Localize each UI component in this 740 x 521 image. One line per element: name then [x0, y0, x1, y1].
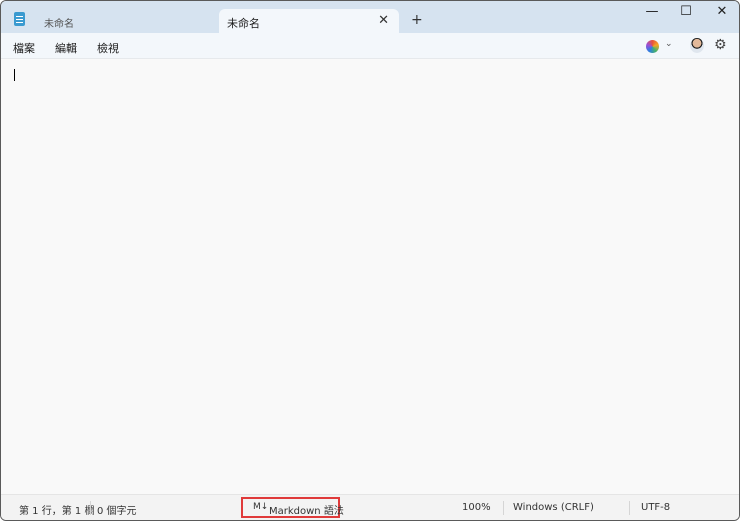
divider [90, 501, 91, 515]
close-button[interactable]: ✕ [707, 4, 737, 19]
close-tab-icon[interactable]: ✕ [378, 13, 389, 28]
status-bar: 第 1 行，第 1 欄 0 個字元 M↓ Markdown 語法 100% Wi… [1, 494, 739, 520]
minimize-button[interactable]: — [637, 4, 667, 19]
title-bar: 未命名 未命名 ✕ + — ☐ ✕ [1, 1, 739, 33]
encoding[interactable]: UTF-8 [641, 502, 670, 513]
menu-edit[interactable]: 編輯 [55, 40, 77, 56]
menu-file[interactable]: 檔案 [13, 40, 35, 56]
gear-icon[interactable]: ⚙ [714, 37, 727, 53]
copilot-icon[interactable] [646, 40, 659, 53]
menu-bar: 檔案 編輯 檢視 [1, 33, 739, 59]
tab-label: 未命名 [227, 17, 260, 30]
text-cursor [14, 69, 15, 81]
menu-view[interactable]: 檢視 [97, 40, 119, 56]
user-avatar[interactable] [690, 38, 704, 53]
tab-untitled-2[interactable]: 未命名 ✕ [219, 9, 399, 33]
cursor-position: 第 1 行，第 1 欄 [19, 506, 95, 517]
notepad-window: 未命名 未命名 ✕ + — ☐ ✕ 檔案 編輯 檢視 ⌄ ⚙ 第 1 行，第 1… [0, 0, 740, 521]
divider [629, 501, 630, 515]
markdown-icon: M↓ [253, 502, 269, 512]
line-ending[interactable]: Windows (CRLF) [513, 502, 594, 513]
new-tab-button[interactable]: + [411, 12, 423, 28]
char-count: 0 個字元 [97, 506, 137, 517]
notepad-icon [14, 12, 25, 26]
tab-untitled-1[interactable]: 未命名 [44, 15, 74, 30]
divider [503, 501, 504, 515]
chevron-down-icon[interactable]: ⌄ [665, 39, 673, 49]
text-editor[interactable] [1, 60, 739, 494]
maximize-button[interactable]: ☐ [671, 4, 701, 19]
zoom-level[interactable]: 100% [462, 502, 491, 513]
markdown-toggle[interactable]: Markdown 語法 [269, 502, 344, 517]
